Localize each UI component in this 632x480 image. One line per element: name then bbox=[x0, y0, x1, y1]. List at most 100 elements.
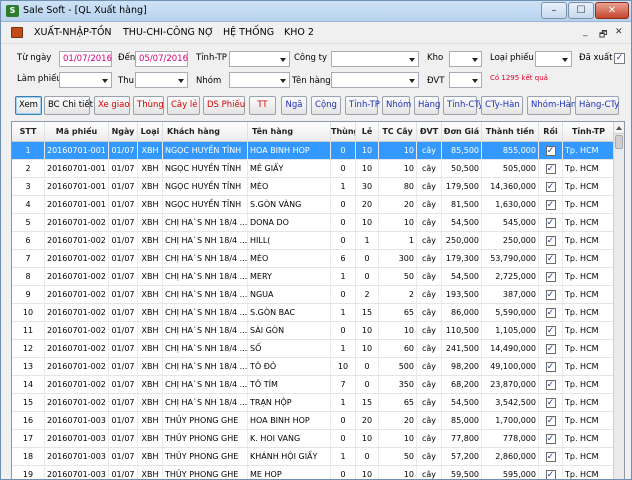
table-row[interactable]: 4 20160701-001 01/07 XBH NGỌC HUYỀN TỈNH S.GÒ… bbox=[12, 196, 615, 214]
roi-checkbox[interactable]: ✓ bbox=[545, 397, 556, 408]
table-row[interactable]: 11 20160701-002 01/07 XBH CHỊ HA`S NH 18/4 .… bbox=[12, 322, 615, 340]
tinh-tp-dropdown[interactable] bbox=[229, 51, 290, 67]
menu-thu-chi-cong-no[interactable]: THU-CHI-CÔNG NỢ bbox=[123, 27, 214, 38]
cell-roi[interactable]: ✓ bbox=[539, 340, 563, 357]
table-row[interactable]: 6 20160701-002 01/07 XBH CHỊ HA`S NH 18/4 ..… bbox=[12, 232, 615, 250]
table-row[interactable]: 15 20160701-002 01/07 XBH CHỊ HA`S NH 18/4 .… bbox=[12, 394, 615, 412]
col-header-dvt[interactable]: ĐVT bbox=[417, 122, 442, 142]
lam-phieu-dropdown[interactable] bbox=[59, 72, 112, 88]
nhom-dropdown[interactable] bbox=[229, 72, 290, 88]
ds-phieu-button[interactable]: DS Phiếu bbox=[203, 96, 245, 115]
menu-xuat-nhap-ton[interactable]: XUẤT-NHẬP-TỒN bbox=[34, 27, 112, 38]
roi-checkbox[interactable]: ✓ bbox=[545, 307, 556, 318]
cell-roi[interactable]: ✓ bbox=[539, 394, 563, 411]
table-row[interactable]: 7 20160701-002 01/07 XBH CHỊ HA`S NH 18/4 ..… bbox=[12, 250, 615, 268]
tinh-tp-button[interactable]: Tỉnh-TP bbox=[345, 96, 380, 115]
cell-roi[interactable]: ✓ bbox=[539, 232, 563, 249]
bc-chi-tiet-button[interactable]: BC Chi tiết bbox=[44, 96, 93, 115]
cell-roi[interactable]: ✓ bbox=[539, 430, 563, 447]
maximize-button[interactable]: ☐ bbox=[568, 2, 594, 19]
roi-checkbox[interactable]: ✓ bbox=[545, 289, 556, 300]
cell-roi[interactable]: ✓ bbox=[539, 304, 563, 321]
thung-button[interactable]: Thùng bbox=[133, 96, 164, 115]
table-row[interactable]: 12 20160701-002 01/07 XBH CHỊ HA`S NH 18/4 .… bbox=[12, 340, 615, 358]
nga-button[interactable]: Ngã bbox=[281, 96, 307, 115]
cell-roi[interactable]: ✓ bbox=[539, 142, 563, 159]
thu-dropdown[interactable] bbox=[135, 72, 188, 88]
roi-checkbox[interactable]: ✓ bbox=[545, 415, 556, 426]
cell-roi[interactable]: ✓ bbox=[539, 286, 563, 303]
data-grid[interactable]: STT Mã phiếu Ngày Loại Khách hàng Tên hà… bbox=[11, 121, 625, 479]
table-row[interactable]: 16 20160701-003 01/07 XBH THỦY PHONG GHE HOA … bbox=[12, 412, 615, 430]
den-input[interactable]: 05/07/2016 bbox=[135, 51, 188, 67]
loai-phieu-dropdown[interactable] bbox=[535, 51, 572, 67]
roi-checkbox[interactable]: ✓ bbox=[545, 217, 556, 228]
roi-checkbox[interactable]: ✓ bbox=[545, 379, 556, 390]
cell-roi[interactable]: ✓ bbox=[539, 196, 563, 213]
cell-roi[interactable]: ✓ bbox=[539, 178, 563, 195]
tt-button[interactable]: TT bbox=[249, 96, 276, 115]
cell-roi[interactable]: ✓ bbox=[539, 448, 563, 465]
mdi-restore-icon[interactable]: 🗗 bbox=[599, 27, 607, 43]
mdi-close-icon[interactable]: ✕ bbox=[615, 27, 623, 37]
col-header-tc-cay[interactable]: TC Cây bbox=[379, 122, 417, 142]
hang-button[interactable]: Hàng bbox=[414, 96, 440, 115]
scroll-up-arrow-icon[interactable] bbox=[614, 122, 624, 134]
cell-roi[interactable]: ✓ bbox=[539, 268, 563, 285]
roi-checkbox[interactable]: ✓ bbox=[545, 433, 556, 444]
dvt-dropdown[interactable] bbox=[449, 72, 482, 88]
roi-checkbox[interactable]: ✓ bbox=[545, 343, 556, 354]
table-row[interactable]: 10 20160701-002 01/07 XBH CHỊ HA`S NH 18/4 .… bbox=[12, 304, 615, 322]
roi-checkbox[interactable]: ✓ bbox=[545, 181, 556, 192]
mdi-minimize-icon[interactable]: _ bbox=[583, 27, 588, 37]
table-row[interactable]: 8 20160701-002 01/07 XBH CHỊ HA`S NH 18/4 ..… bbox=[12, 268, 615, 286]
col-header-loai[interactable]: Loại bbox=[138, 122, 163, 142]
table-row[interactable]: 3 20160701-001 01/07 XBH NGỌC HUYỀN TỈNH MÈO 1… bbox=[12, 178, 615, 196]
col-header-don-gia[interactable]: Đơn Giá bbox=[442, 122, 482, 142]
table-row[interactable]: 13 20160701-002 01/07 XBH CHỊ HA`S NH 18/4 .… bbox=[12, 358, 615, 376]
menu-app-icon[interactable] bbox=[11, 27, 23, 38]
roi-checkbox[interactable]: ✓ bbox=[545, 163, 556, 174]
xem-button[interactable]: Xem bbox=[15, 96, 42, 115]
scroll-thumb[interactable] bbox=[615, 135, 623, 149]
cty-han-button[interactable]: CTy-Hàn bbox=[481, 96, 523, 115]
kho-dropdown[interactable] bbox=[449, 51, 482, 67]
roi-checkbox[interactable]: ✓ bbox=[545, 235, 556, 246]
roi-checkbox[interactable]: ✓ bbox=[545, 361, 556, 372]
col-header-ngay[interactable]: Ngày bbox=[109, 122, 138, 142]
close-button[interactable]: ✕ bbox=[595, 2, 629, 19]
col-header-ten-hang[interactable]: Tên hàng bbox=[248, 122, 331, 142]
hang-cty-button[interactable]: Hàng-CTy bbox=[575, 96, 619, 115]
cell-roi[interactable]: ✓ bbox=[539, 214, 563, 231]
xe-giao-button[interactable]: Xe giao bbox=[94, 96, 130, 115]
cell-roi[interactable]: ✓ bbox=[539, 322, 563, 339]
cell-roi[interactable]: ✓ bbox=[539, 466, 563, 479]
table-row[interactable]: 14 20160701-002 01/07 XBH CHỊ HA`S NH 18/4 .… bbox=[12, 376, 615, 394]
vertical-scrollbar[interactable] bbox=[613, 122, 624, 479]
nhom-button[interactable]: Nhóm bbox=[382, 96, 411, 115]
cong-ty-dropdown[interactable] bbox=[331, 51, 419, 67]
table-row[interactable]: 19 20160701-003 01/07 XBH THỦY PHONG GHE ME H… bbox=[12, 466, 615, 479]
da-xuat-checkbox[interactable]: ✓ bbox=[614, 53, 625, 64]
tu-ngay-input[interactable]: 01/07/2016 bbox=[59, 51, 112, 67]
table-row[interactable]: 2 20160701-001 01/07 XBH NGỌC HUYỀN TỈNH MÊ G… bbox=[12, 160, 615, 178]
col-header-ma-phieu[interactable]: Mã phiếu bbox=[45, 122, 109, 142]
roi-checkbox[interactable]: ✓ bbox=[545, 199, 556, 210]
roi-checkbox[interactable]: ✓ bbox=[545, 325, 556, 336]
table-row[interactable]: 1 20160701-001 01/07 XBH NGỌC HUYỀN TỈNH HOA … bbox=[12, 142, 615, 160]
col-header-tinh-tp[interactable]: Tỉnh-TP bbox=[563, 122, 615, 142]
cell-roi[interactable]: ✓ bbox=[539, 412, 563, 429]
cell-roi[interactable]: ✓ bbox=[539, 358, 563, 375]
roi-checkbox[interactable]: ✓ bbox=[545, 145, 556, 156]
col-header-khach-hang[interactable]: Khách hàng bbox=[163, 122, 248, 142]
roi-checkbox[interactable]: ✓ bbox=[545, 271, 556, 282]
ten-hang-dropdown[interactable] bbox=[331, 72, 419, 88]
cell-roi[interactable]: ✓ bbox=[539, 250, 563, 267]
roi-checkbox[interactable]: ✓ bbox=[545, 469, 556, 479]
roi-checkbox[interactable]: ✓ bbox=[545, 451, 556, 462]
col-header-thanh-tien[interactable]: Thành tiền bbox=[482, 122, 539, 142]
col-header-le[interactable]: Lẻ bbox=[356, 122, 379, 142]
menu-kho-2[interactable]: KHO 2 bbox=[284, 27, 314, 38]
col-header-stt[interactable]: STT bbox=[12, 122, 45, 142]
minimize-button[interactable]: – bbox=[541, 2, 567, 19]
